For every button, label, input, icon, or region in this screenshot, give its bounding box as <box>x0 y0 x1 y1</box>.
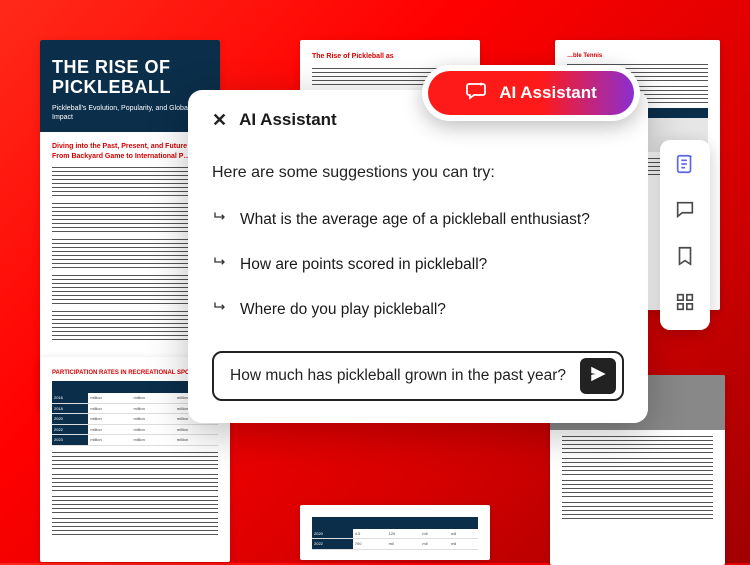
close-icon: ✕ <box>212 110 227 130</box>
rail-summary-button[interactable] <box>673 154 697 178</box>
ai-assistant-launcher-label: AI Assistant <box>499 83 597 103</box>
grid-icon <box>674 291 696 318</box>
suggestion-text: How are points scored in pickleball? <box>240 256 487 274</box>
rail-apps-button[interactable] <box>673 292 697 316</box>
body-text <box>52 474 218 492</box>
suggestion-item[interactable]: What is the average age of a pickleball … <box>212 202 624 237</box>
close-button[interactable]: ✕ <box>212 111 227 129</box>
rail-bookmark-button[interactable] <box>673 246 697 270</box>
data-table: 20204.5120milmil 2022700milmilmil <box>312 517 478 550</box>
body-text <box>52 518 218 536</box>
assistant-input-row <box>212 351 624 401</box>
page2-heading: The Rise of Pickleball as <box>312 52 468 62</box>
body-text <box>52 275 208 305</box>
ai-assistant-panel: ✕ AI Assistant Here are some suggestions… <box>188 90 648 423</box>
side-icon-rail <box>660 140 710 330</box>
body-text <box>562 436 713 454</box>
suggestion-text: Where do you play pickleball? <box>240 301 446 319</box>
rail-chat-button[interactable] <box>673 200 697 224</box>
return-arrow-icon <box>212 253 230 276</box>
body-text <box>562 458 713 476</box>
send-icon <box>589 365 607 388</box>
page3-heading: …ble Tennis <box>567 52 708 60</box>
doc-page-5: 20204.5120milmil 2022700milmilmil <box>300 505 490 560</box>
cover-section-heading: Diving into the Past, Present, and Futur… <box>52 142 208 162</box>
body-text <box>52 496 218 514</box>
send-button[interactable] <box>580 358 616 394</box>
suggestion-item[interactable]: How are points scored in pickleball? <box>212 247 624 282</box>
assistant-intro: Here are some suggestions you can try: <box>212 164 624 182</box>
return-arrow-icon <box>212 208 230 231</box>
body-text <box>52 311 208 341</box>
assistant-input[interactable] <box>230 367 572 385</box>
body-text <box>562 480 713 498</box>
return-arrow-icon <box>212 298 230 321</box>
document-sparkle-icon <box>674 153 696 180</box>
body-text <box>52 167 208 197</box>
assistant-title: AI Assistant <box>239 110 337 130</box>
body-text <box>52 203 208 233</box>
body-text <box>562 502 713 520</box>
suggestion-item[interactable]: Where do you play pickleball? <box>212 292 624 327</box>
cover-title: THE RISE OF PICKLEBALL <box>52 58 208 98</box>
suggestion-text: What is the average age of a pickleball … <box>240 211 590 229</box>
chat-sparkle-icon <box>465 79 489 108</box>
bookmark-icon <box>674 245 696 272</box>
body-text <box>52 239 208 269</box>
ai-assistant-launcher-inner[interactable]: AI Assistant <box>428 71 634 115</box>
ai-assistant-launcher[interactable]: AI Assistant <box>422 65 640 121</box>
body-text <box>52 452 218 470</box>
cover-subtitle: Pickleball's Evolution, Popularity, and … <box>52 104 208 122</box>
chat-icon <box>674 199 696 226</box>
